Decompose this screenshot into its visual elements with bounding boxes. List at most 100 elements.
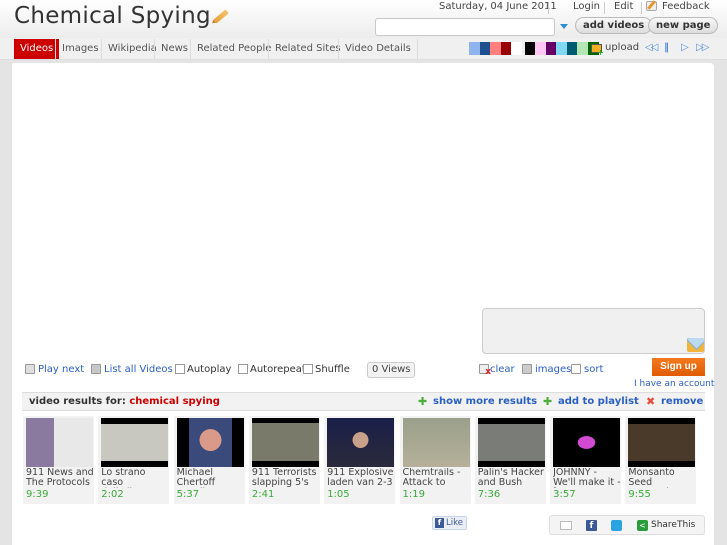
list-all-videos-link[interactable]: List all Videos: [104, 364, 173, 375]
clear-link[interactable]: clear: [490, 364, 515, 375]
remove-link[interactable]: remove: [661, 396, 703, 407]
video-duration: 9:55: [628, 489, 651, 500]
images-link[interactable]: images: [535, 364, 571, 375]
sort-link[interactable]: sort: [584, 364, 603, 375]
tab-videos[interactable]: Videos: [14, 39, 60, 59]
video-title[interactable]: Lo strano caso dell'elicottero: [101, 468, 169, 488]
shuffle-label: Shuffle: [315, 364, 350, 375]
color-swatch[interactable]: [577, 42, 588, 55]
rewind-icon[interactable]: ◁◁: [645, 42, 658, 53]
tab-related-people[interactable]: Related People: [190, 39, 277, 59]
add-to-playlist-link[interactable]: add to playlist: [558, 396, 639, 407]
video-thumbnail[interactable]: [477, 418, 545, 467]
play-next-icon: [25, 364, 35, 374]
envelope-icon[interactable]: [687, 338, 704, 352]
pause-icon[interactable]: ‖: [664, 42, 669, 53]
color-swatch[interactable]: [511, 42, 522, 55]
video-title[interactable]: Chemtrails - Attack to: [403, 468, 471, 488]
video-thumbnail[interactable]: [176, 418, 244, 467]
video-player-area[interactable]: [14, 66, 704, 306]
search-input[interactable]: [375, 18, 555, 36]
have-account-link[interactable]: I have an account: [634, 379, 714, 389]
shuffle-checkbox[interactable]: [303, 364, 313, 374]
video-thumbnail[interactable]: [327, 418, 395, 467]
color-swatch[interactable]: [500, 42, 512, 55]
video-thumbnail[interactable]: [402, 418, 470, 467]
video-title[interactable]: 911 News and The Protocols: [26, 468, 94, 488]
video-thumbnail[interactable]: [628, 418, 696, 467]
video-result-item[interactable]: 911 News and The Protocols 9:39: [23, 416, 94, 504]
video-title[interactable]: Michael Chertoff Israeli: [177, 468, 245, 488]
video-result-item[interactable]: Monsanto Seed Monopoly9:55: [625, 416, 697, 504]
video-duration: 7:36: [477, 489, 501, 500]
video-duration: 1:05: [327, 489, 350, 500]
video-result-item[interactable]: 911 Explosive laden van 2-3 1:05: [324, 416, 396, 504]
site-title: Chemical Spying: [14, 3, 229, 29]
feedback-icon: [646, 1, 657, 11]
color-swatch[interactable]: [479, 42, 491, 55]
color-swatch[interactable]: [545, 42, 557, 55]
divider: [604, 2, 605, 14]
video-title[interactable]: 911 Explosive laden van 2-3: [327, 468, 395, 488]
tab-news[interactable]: News: [154, 39, 194, 59]
autorepeat-checkbox[interactable]: [238, 364, 248, 374]
video-result-item[interactable]: Palin's Hacker and Bush 7:36: [474, 416, 546, 504]
facebook-share-icon[interactable]: f: [586, 520, 597, 531]
remove-icon: ✖: [646, 395, 656, 408]
video-title[interactable]: 911 Terrorists slapping 5's on: [252, 468, 320, 488]
edit-link[interactable]: Edit: [614, 1, 633, 12]
video-result-item[interactable]: Chemtrails - Attack to 1:19: [399, 416, 471, 504]
video-result-item[interactable]: JOHNNY - We'll make it - [Buy3:57: [550, 416, 622, 504]
video-duration: 1:19: [402, 489, 425, 500]
comment-input[interactable]: [482, 308, 705, 354]
new-page-button[interactable]: new page: [648, 17, 719, 34]
header: Chemical Spying Saturday, 04 June 2011 L…: [0, 0, 727, 38]
color-swatch[interactable]: [535, 42, 546, 55]
video-thumbnail[interactable]: [101, 418, 169, 467]
plus-icon: ✚: [418, 395, 428, 408]
sharethis-icon[interactable]: <: [637, 520, 648, 531]
tab-images[interactable]: Images: [55, 39, 105, 59]
play-icon[interactable]: ▷: [681, 42, 689, 53]
feedback-link[interactable]: Feedback: [662, 1, 710, 12]
video-title[interactable]: Monsanto Seed Monopoly: [628, 468, 696, 488]
login-link[interactable]: Login: [573, 1, 600, 12]
upload-link[interactable]: upload: [605, 42, 639, 53]
facebook-like-button[interactable]: Like: [432, 516, 467, 530]
autoplay-label: Autoplay: [187, 364, 232, 375]
color-swatch[interactable]: [524, 42, 536, 55]
search-dropdown-icon[interactable]: [560, 24, 568, 29]
edit-pencil-icon[interactable]: [213, 9, 229, 24]
results-label: video results for: chemical spying: [29, 396, 220, 407]
video-title[interactable]: JOHNNY - We'll make it - [Buy: [553, 468, 621, 488]
color-swatch[interactable]: [566, 42, 578, 55]
tab-video-details[interactable]: Video Details: [338, 39, 418, 59]
play-next-link[interactable]: Play next: [38, 364, 84, 375]
video-result-item[interactable]: Lo strano caso dell'elicottero2:02: [98, 416, 170, 504]
upload-icon: [591, 44, 604, 57]
sort-icon: [571, 364, 581, 374]
twitter-share-icon[interactable]: [611, 520, 622, 531]
video-title[interactable]: Palin's Hacker and Bush: [478, 468, 546, 488]
clear-icon: x: [479, 364, 491, 377]
show-more-results-link[interactable]: show more results: [433, 396, 537, 407]
add-videos-button[interactable]: add videos: [575, 17, 653, 34]
fast-forward-icon[interactable]: ▷▷: [696, 42, 709, 53]
plus-icon: ✚: [543, 395, 553, 408]
autoplay-checkbox[interactable]: [175, 364, 185, 374]
color-swatch[interactable]: [556, 42, 567, 55]
email-share-icon[interactable]: [560, 521, 572, 530]
video-result-item[interactable]: Michael Chertoff Israeli5:37: [173, 416, 245, 504]
color-swatch[interactable]: [490, 42, 501, 55]
video-thumbnail[interactable]: [553, 418, 621, 467]
autorepeat-label: Autorepeat: [250, 364, 306, 375]
tab-related-sites[interactable]: Related Sites: [268, 39, 347, 59]
color-swatch[interactable]: [469, 42, 480, 55]
sign-up-button[interactable]: Sign up: [652, 358, 705, 376]
sharethis-label[interactable]: ShareThis: [651, 520, 695, 530]
video-duration: 5:37: [176, 489, 200, 500]
video-result-item[interactable]: 911 Terrorists slapping 5's on2:41: [248, 416, 320, 504]
video-thumbnail[interactable]: [251, 418, 319, 467]
date-label: Saturday, 04 June 2011: [439, 1, 557, 12]
video-thumbnail[interactable]: [26, 418, 93, 467]
